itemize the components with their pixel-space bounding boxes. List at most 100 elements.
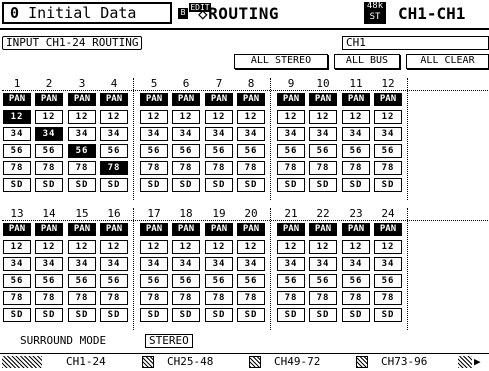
pan-button[interactable]: PAN xyxy=(374,223,402,236)
route-button-sd[interactable]: SD xyxy=(100,308,128,322)
route-button-56[interactable]: 56 xyxy=(100,144,128,158)
route-button-34[interactable]: 34 xyxy=(205,127,233,141)
route-button-56[interactable]: 56 xyxy=(374,274,402,288)
route-button-78[interactable]: 78 xyxy=(172,161,200,175)
route-button-56[interactable]: 56 xyxy=(237,274,265,288)
route-button-12[interactable]: 12 xyxy=(309,110,337,124)
route-button-sd[interactable]: SD xyxy=(3,178,31,192)
route-button-12[interactable]: 12 xyxy=(100,110,128,124)
tab-ch49-72[interactable]: CH49-72 xyxy=(274,355,320,369)
route-button-12[interactable]: 12 xyxy=(68,110,96,124)
route-button-34[interactable]: 34 xyxy=(3,257,31,271)
route-button-sd[interactable]: SD xyxy=(68,178,96,192)
route-button-sd[interactable]: SD xyxy=(277,178,305,192)
route-button-34[interactable]: 34 xyxy=(374,257,402,271)
route-button-12[interactable]: 12 xyxy=(342,240,370,254)
pan-button[interactable]: PAN xyxy=(35,223,63,236)
route-button-sd[interactable]: SD xyxy=(342,178,370,192)
route-button-12[interactable]: 12 xyxy=(35,240,63,254)
route-button-78[interactable]: 78 xyxy=(100,161,128,175)
route-button-12[interactable]: 12 xyxy=(172,240,200,254)
route-button-56[interactable]: 56 xyxy=(309,144,337,158)
tab-ch73-96[interactable]: CH73-96 xyxy=(381,355,427,369)
route-button-56[interactable]: 56 xyxy=(342,274,370,288)
route-button-56[interactable]: 56 xyxy=(3,274,31,288)
route-button-56[interactable]: 56 xyxy=(140,274,168,288)
route-button-78[interactable]: 78 xyxy=(205,291,233,305)
route-button-34[interactable]: 34 xyxy=(342,257,370,271)
route-button-sd[interactable]: SD xyxy=(172,178,200,192)
pan-button[interactable]: PAN xyxy=(205,223,233,236)
pan-button[interactable]: PAN xyxy=(35,93,63,106)
all-clear-button[interactable]: ALL CLEAR xyxy=(406,54,489,69)
route-button-34[interactable]: 34 xyxy=(309,127,337,141)
pan-button[interactable]: PAN xyxy=(237,93,265,106)
route-button-12[interactable]: 12 xyxy=(172,110,200,124)
route-button-78[interactable]: 78 xyxy=(277,291,305,305)
route-button-78[interactable]: 78 xyxy=(140,291,168,305)
route-button-sd[interactable]: SD xyxy=(309,178,337,192)
route-button-34[interactable]: 34 xyxy=(35,127,63,141)
route-button-78[interactable]: 78 xyxy=(35,161,63,175)
route-button-12[interactable]: 12 xyxy=(342,110,370,124)
route-button-34[interactable]: 34 xyxy=(140,257,168,271)
route-button-sd[interactable]: SD xyxy=(35,178,63,192)
route-button-12[interactable]: 12 xyxy=(205,110,233,124)
pan-button[interactable]: PAN xyxy=(100,223,128,236)
route-button-12[interactable]: 12 xyxy=(100,240,128,254)
route-button-12[interactable]: 12 xyxy=(374,240,402,254)
route-button-78[interactable]: 78 xyxy=(309,291,337,305)
route-button-34[interactable]: 34 xyxy=(68,257,96,271)
route-button-78[interactable]: 78 xyxy=(342,291,370,305)
pan-button[interactable]: PAN xyxy=(172,93,200,106)
pan-button[interactable]: PAN xyxy=(172,223,200,236)
pan-button[interactable]: PAN xyxy=(100,93,128,106)
route-button-12[interactable]: 12 xyxy=(140,240,168,254)
pan-button[interactable]: PAN xyxy=(309,223,337,236)
route-button-78[interactable]: 78 xyxy=(205,161,233,175)
route-button-12[interactable]: 12 xyxy=(205,240,233,254)
route-button-sd[interactable]: SD xyxy=(100,178,128,192)
pan-button[interactable]: PAN xyxy=(342,93,370,106)
route-button-78[interactable]: 78 xyxy=(237,291,265,305)
route-button-12[interactable]: 12 xyxy=(237,110,265,124)
route-button-78[interactable]: 78 xyxy=(35,291,63,305)
tab-ch25-48[interactable]: CH25-48 xyxy=(167,355,213,369)
route-button-78[interactable]: 78 xyxy=(374,161,402,175)
pan-button[interactable]: PAN xyxy=(140,223,168,236)
pan-button[interactable]: PAN xyxy=(68,93,96,106)
route-button-56[interactable]: 56 xyxy=(374,144,402,158)
route-button-sd[interactable]: SD xyxy=(374,178,402,192)
route-button-78[interactable]: 78 xyxy=(172,291,200,305)
route-button-34[interactable]: 34 xyxy=(100,127,128,141)
route-button-34[interactable]: 34 xyxy=(3,127,31,141)
route-button-sd[interactable]: SD xyxy=(309,308,337,322)
route-button-34[interactable]: 34 xyxy=(309,257,337,271)
route-button-56[interactable]: 56 xyxy=(277,144,305,158)
route-button-sd[interactable]: SD xyxy=(277,308,305,322)
route-button-56[interactable]: 56 xyxy=(100,274,128,288)
pan-button[interactable]: PAN xyxy=(277,223,305,236)
route-button-78[interactable]: 78 xyxy=(68,161,96,175)
route-button-56[interactable]: 56 xyxy=(172,274,200,288)
route-button-56[interactable]: 56 xyxy=(205,274,233,288)
route-button-34[interactable]: 34 xyxy=(100,257,128,271)
route-button-34[interactable]: 34 xyxy=(140,127,168,141)
route-button-34[interactable]: 34 xyxy=(237,257,265,271)
all-bus-button[interactable]: ALL BUS xyxy=(334,54,400,69)
pan-button[interactable]: PAN xyxy=(309,93,337,106)
surround-mode-value[interactable]: STEREO xyxy=(145,334,193,348)
route-button-12[interactable]: 12 xyxy=(3,110,31,124)
route-button-56[interactable]: 56 xyxy=(205,144,233,158)
route-button-34[interactable]: 34 xyxy=(374,127,402,141)
route-button-78[interactable]: 78 xyxy=(374,291,402,305)
route-button-56[interactable]: 56 xyxy=(342,144,370,158)
route-button-12[interactable]: 12 xyxy=(35,110,63,124)
route-button-78[interactable]: 78 xyxy=(3,161,31,175)
route-button-12[interactable]: 12 xyxy=(277,110,305,124)
pan-button[interactable]: PAN xyxy=(277,93,305,106)
tab-ch1-24[interactable]: CH1-24 xyxy=(66,355,106,369)
route-button-56[interactable]: 56 xyxy=(68,274,96,288)
route-button-56[interactable]: 56 xyxy=(309,274,337,288)
route-button-78[interactable]: 78 xyxy=(277,161,305,175)
